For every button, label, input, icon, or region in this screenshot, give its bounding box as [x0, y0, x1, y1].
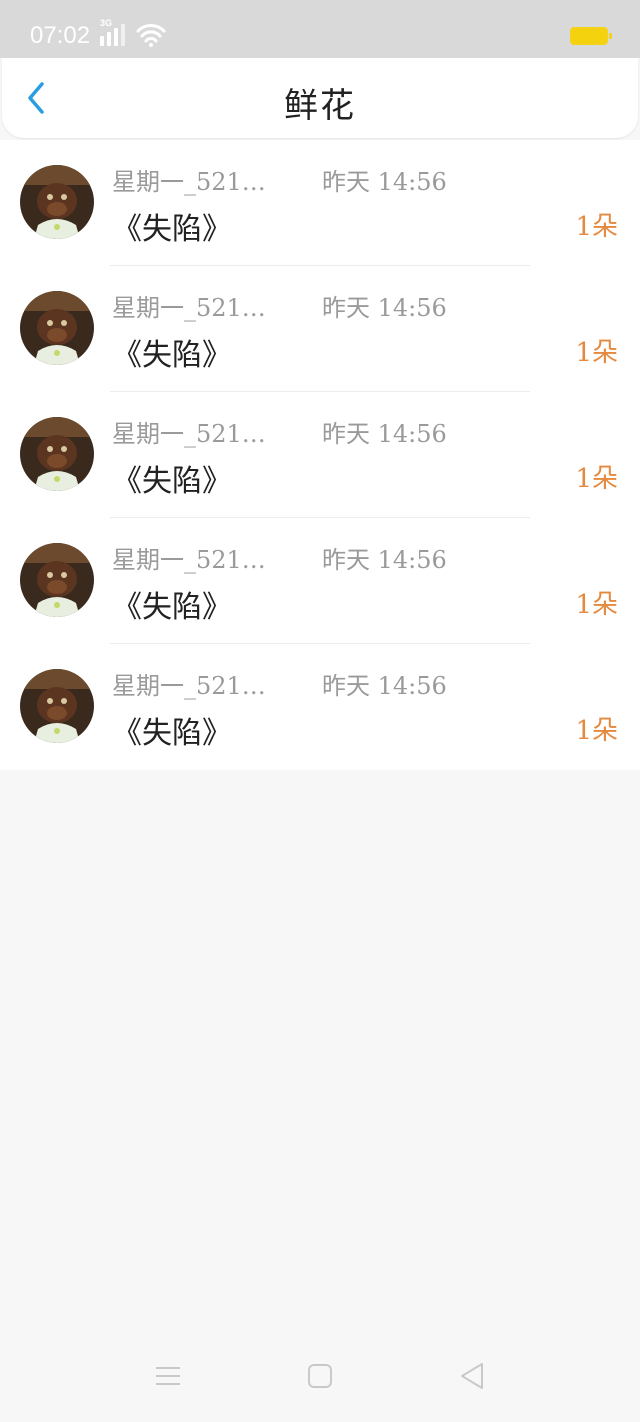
sender-name: 星期一_521…: [112, 420, 266, 448]
list-item[interactable]: 星期一_521… 昨天 14:56 《失陷》 1朵: [0, 392, 640, 518]
status-time: 07:02: [30, 22, 91, 49]
flower-count: 1朵: [575, 338, 618, 368]
book-title: 《失陷》: [112, 338, 232, 373]
gift-time: 昨天 14:56: [322, 672, 447, 700]
status-bar: 07:02 3G: [0, 0, 640, 58]
gift-time: 昨天 14:56: [322, 546, 447, 574]
book-title: 《失陷》: [112, 716, 232, 751]
sender-name: 星期一_521…: [112, 294, 266, 322]
sender-name: 星期一_521…: [112, 546, 266, 574]
back-triangle-icon[interactable]: [454, 1358, 490, 1394]
list-item[interactable]: 星期一_521… 昨天 14:56 《失陷》 1朵: [0, 266, 640, 392]
avatar[interactable]: [20, 543, 94, 617]
avatar[interactable]: [20, 291, 94, 365]
gift-time: 昨天 14:56: [322, 294, 447, 322]
network-type-label: 3G: [100, 18, 113, 28]
home-square-icon[interactable]: [302, 1358, 338, 1394]
cellular-signal-icon: 3G: [100, 18, 128, 46]
menu-icon[interactable]: [150, 1358, 186, 1394]
flower-count: 1朵: [575, 590, 618, 620]
page-title: 鲜花: [284, 86, 356, 126]
book-title: 《失陷》: [112, 464, 232, 499]
flower-count: 1朵: [575, 212, 618, 242]
flower-count: 1朵: [575, 464, 618, 494]
battery-icon: [570, 27, 612, 45]
flower-gift-list: 星期一_521… 昨天 14:56 《失陷》 1朵 星期一_521… 昨天 14…: [0, 140, 640, 770]
list-item[interactable]: 星期一_521… 昨天 14:56 《失陷》 1朵: [0, 518, 640, 644]
sender-name: 星期一_521…: [112, 168, 266, 196]
list-item[interactable]: 星期一_521… 昨天 14:56 《失陷》 1朵: [0, 644, 640, 770]
list-item[interactable]: 星期一_521… 昨天 14:56 《失陷》 1朵: [0, 140, 640, 266]
navigation-bar: 鲜花: [2, 58, 638, 138]
avatar[interactable]: [20, 417, 94, 491]
avatar[interactable]: [20, 165, 94, 239]
book-title: 《失陷》: [112, 590, 232, 625]
sender-name: 星期一_521…: [112, 672, 266, 700]
system-navigation-bar: [0, 1340, 640, 1422]
wifi-icon: [136, 24, 166, 47]
book-title: 《失陷》: [112, 212, 232, 247]
avatar[interactable]: [20, 669, 94, 743]
flower-count: 1朵: [575, 716, 618, 746]
gift-time: 昨天 14:56: [322, 420, 447, 448]
gift-time: 昨天 14:56: [322, 168, 447, 196]
